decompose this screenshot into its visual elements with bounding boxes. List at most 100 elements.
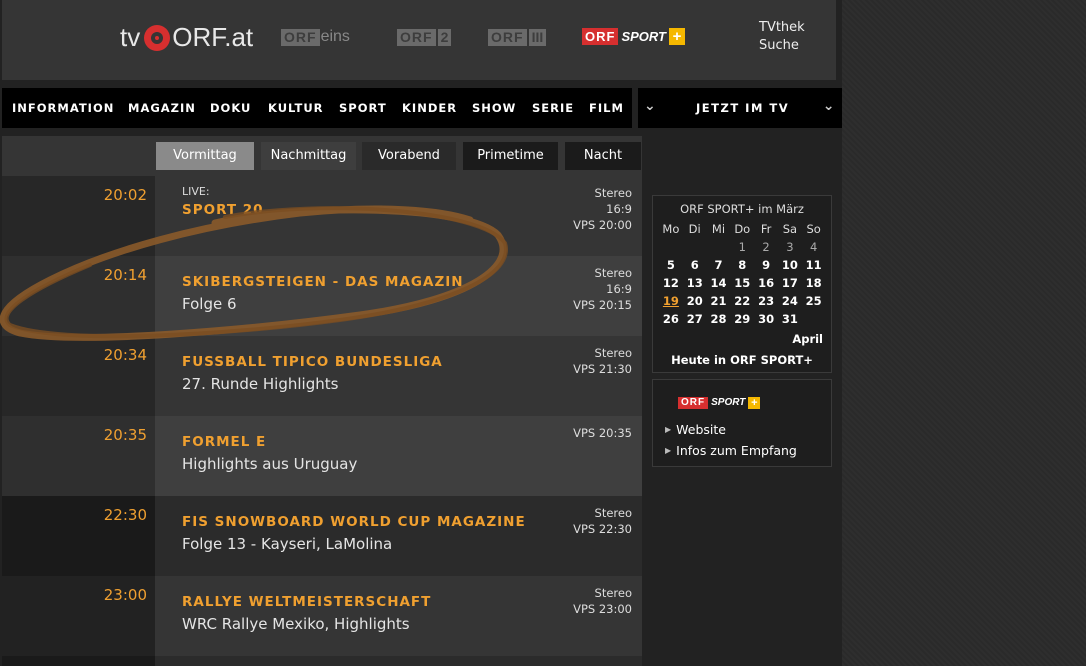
orf-sport-plus-logo: ORF SPORT + xyxy=(678,397,761,409)
calendar-day[interactable]: 15 xyxy=(730,274,754,292)
next-month-link[interactable]: April xyxy=(792,332,823,346)
website-link[interactable]: ▶ Website xyxy=(665,422,726,437)
program-cell xyxy=(155,656,642,666)
calendar-day[interactable]: 11 xyxy=(802,256,826,274)
jetzt-im-tv-button[interactable]: ⌄ JETZT IM TV ⌄ xyxy=(638,88,842,128)
meta-format: 16:9 xyxy=(606,282,632,296)
program-title[interactable]: FUSSBALL TIPICO BUNDESLIGA xyxy=(182,354,443,370)
calendar-day[interactable]: 16 xyxy=(754,274,778,292)
orf-2-logo[interactable]: ORF 2 xyxy=(397,28,452,46)
program-title[interactable]: FORMEL E xyxy=(182,434,266,450)
program-meta: Stereo VPS 21:30 xyxy=(573,345,632,377)
nav-item-information[interactable]: INFORMATION xyxy=(12,101,114,115)
channel-info-box: ORF SPORT + ▶ Website ▶ Infos zum Empfang xyxy=(652,379,832,467)
calendar-day[interactable]: 14 xyxy=(707,274,731,292)
orf-box: ORF xyxy=(488,28,527,46)
program-row[interactable]: 20:34 FUSSBALL TIPICO BUNDESLIGA 27. Run… xyxy=(0,336,642,416)
calendar-day[interactable]: 27 xyxy=(683,310,707,328)
nav-item-film[interactable]: FILM xyxy=(589,101,624,115)
program-title[interactable]: RALLYE WELTMEISTERSCHAFT xyxy=(182,594,431,610)
calendar-day[interactable]: 8 xyxy=(730,256,754,274)
nav-item-kultur[interactable]: KULTUR xyxy=(268,101,324,115)
program-row[interactable]: 20:02 LIVE: SPORT 20 Stereo 16:9 VPS 20:… xyxy=(0,176,642,256)
plus-icon: + xyxy=(748,397,761,409)
tab-primetime[interactable]: Primetime xyxy=(463,142,558,170)
calendar-day[interactable]: 29 xyxy=(730,310,754,328)
calendar-day[interactable]: 9 xyxy=(754,256,778,274)
tab-nachmittag[interactable]: Nachmittag xyxy=(261,142,356,170)
program-time: 20:14 xyxy=(103,266,147,284)
calendar-day[interactable]: 13 xyxy=(683,274,707,292)
calendar-day[interactable]: 21 xyxy=(707,292,731,310)
suche-link[interactable]: Suche xyxy=(759,38,799,53)
logo-orf-text: ORF.at xyxy=(172,22,254,52)
calendar-day[interactable]: 28 xyxy=(707,310,731,328)
program-meta: Stereo VPS 22:30 xyxy=(573,505,632,537)
jetzt-im-tv-label: JETZT IM TV xyxy=(696,101,790,115)
calendar-day[interactable]: 12 xyxy=(659,274,683,292)
program-cell: RALLYE WELTMEISTERSCHAFT WRC Rallye Mexi… xyxy=(155,576,642,656)
calendar-day[interactable]: 26 xyxy=(659,310,683,328)
page: tv ORF.at ORF eins ORF 2 ORF III ORF SPO… xyxy=(0,0,842,666)
meta-vps: VPS 20:15 xyxy=(573,298,632,312)
program-row[interactable]: 20:14 SKIBERGSTEIGEN - DAS MAGAZIN Folge… xyxy=(0,256,642,336)
calendar-day: 1 xyxy=(738,240,746,254)
orf-box: ORF xyxy=(678,397,709,409)
weekday-label: Mi xyxy=(711,222,726,236)
meta-audio: Stereo xyxy=(594,346,632,360)
calendar-day[interactable]: 17 xyxy=(778,274,802,292)
calendar-day: 3 xyxy=(786,240,794,254)
tvthek-link[interactable]: TVthek xyxy=(759,20,805,35)
calendar-day[interactable]: 10 xyxy=(778,256,802,274)
calendar-day[interactable]: 25 xyxy=(802,292,826,310)
calendar-day[interactable]: 5 xyxy=(659,256,683,274)
site-header: tv ORF.at ORF eins ORF 2 ORF III ORF SPO… xyxy=(2,0,836,80)
tab-vorabend[interactable]: Vorabend xyxy=(362,142,456,170)
calendar-day xyxy=(659,238,683,256)
orf-3-logo[interactable]: ORF III xyxy=(488,28,547,46)
weekday-label: Di xyxy=(688,222,701,236)
program-time: 22:30 xyxy=(103,506,147,524)
program-title[interactable]: SKIBERGSTEIGEN - DAS MAGAZIN xyxy=(182,274,464,290)
calendar-day[interactable]: 6 xyxy=(683,256,707,274)
sport-text: SPORT xyxy=(711,397,746,408)
meta-vps: VPS 20:00 xyxy=(573,218,632,232)
heute-link[interactable]: Heute in ORF SPORT+ xyxy=(653,353,831,367)
time-cell: 20:02 xyxy=(2,176,155,256)
nav-item-kinder[interactable]: KINDER xyxy=(402,101,457,115)
calendar-day[interactable]: 7 xyxy=(707,256,731,274)
program-title[interactable]: SPORT 20 xyxy=(182,202,264,218)
nav-item-doku[interactable]: DOKU xyxy=(210,101,251,115)
calendar-day[interactable]: 24 xyxy=(778,292,802,310)
program-subtitle: WRC Rallye Mexiko, Highlights xyxy=(182,615,410,633)
weekday-label: Sa xyxy=(782,222,798,236)
program-row[interactable]: 23:00 RALLYE WELTMEISTERSCHAFT WRC Rally… xyxy=(0,576,642,656)
orf-box: ORF xyxy=(582,28,619,45)
nav-item-magazin[interactable]: MAGAZIN xyxy=(128,101,196,115)
program-row[interactable]: 20:35 FORMEL E Highlights aus Uruguay VP… xyxy=(0,416,642,496)
calendar-day[interactable]: 31 xyxy=(778,310,802,328)
tv-orf-logo[interactable]: tv ORF.at xyxy=(120,22,253,53)
tab-vormittag[interactable]: Vormittag xyxy=(156,142,254,170)
chevron-down-icon: ⌄ xyxy=(644,98,658,114)
nav-item-sport[interactable]: SPORT xyxy=(339,101,387,115)
program-cell: LIVE: SPORT 20 Stereo 16:9 VPS 20:00 xyxy=(155,176,642,256)
calendar-day[interactable]: 30 xyxy=(754,310,778,328)
program-row[interactable]: 22:30 FIS SNOWBOARD WORLD CUP MAGAZINE F… xyxy=(0,496,642,576)
time-cell: 20:14 xyxy=(2,256,155,336)
nav-item-show[interactable]: SHOW xyxy=(472,101,516,115)
tab-nacht[interactable]: Nacht xyxy=(565,142,641,170)
nav-item-serie[interactable]: SERIE xyxy=(532,101,574,115)
orf-eins-logo[interactable]: ORF eins xyxy=(281,28,350,46)
channel-name: eins xyxy=(320,28,350,45)
orf-sport-plus-logo[interactable]: ORF SPORT + xyxy=(582,28,686,45)
calendar-day[interactable]: 20 xyxy=(683,292,707,310)
logo-tv-text: tv xyxy=(120,22,141,52)
calendar-day[interactable]: 18 xyxy=(802,274,826,292)
infos-empfang-link[interactable]: ▶ Infos zum Empfang xyxy=(665,443,797,458)
calendar-day[interactable]: 23 xyxy=(754,292,778,310)
calendar-day[interactable]: 22 xyxy=(730,292,754,310)
program-subtitle: Folge 6 xyxy=(182,295,237,313)
program-title[interactable]: FIS SNOWBOARD WORLD CUP MAGAZINE xyxy=(182,514,526,530)
calendar-day-today[interactable]: 19 xyxy=(659,292,683,310)
